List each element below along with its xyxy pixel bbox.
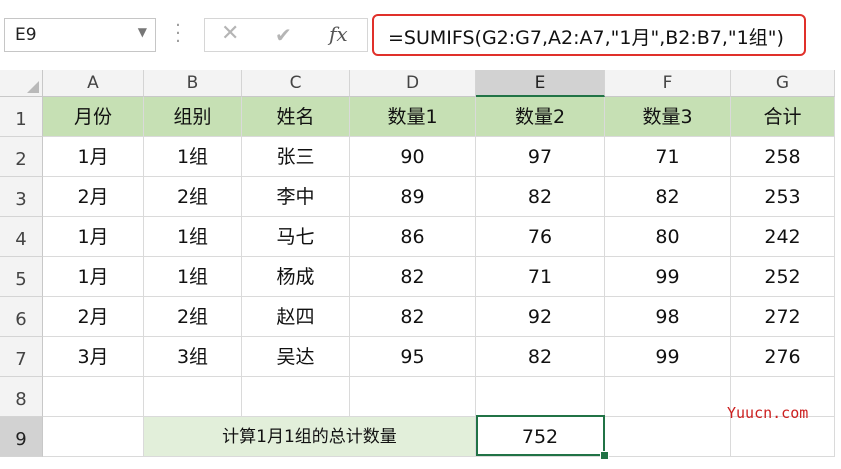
- cell-a8[interactable]: [43, 377, 144, 417]
- formula-buttons: ✕ ✔ fx: [204, 18, 368, 52]
- header-cell-b[interactable]: 组别: [144, 97, 242, 137]
- select-all-corner[interactable]: [0, 70, 43, 97]
- cell-g5[interactable]: 252: [731, 257, 835, 297]
- cell-d4[interactable]: 86: [350, 217, 476, 257]
- cell-g6[interactable]: 272: [731, 297, 835, 337]
- formula-bar-area: E9 ▼ · · · ✕ ✔ fx =SUMIFS(G2:G7,A2:A7,"1月"…: [0, 0, 841, 70]
- cancel-icon[interactable]: ✕: [221, 21, 239, 46]
- cell-e6[interactable]: 92: [476, 297, 605, 337]
- cell-b6[interactable]: 2组: [144, 297, 242, 337]
- row-header-6[interactable]: 6: [0, 297, 43, 337]
- summary-label[interactable]: 计算1月1组的总计数量: [144, 417, 476, 457]
- cell-a6[interactable]: 2月: [43, 297, 144, 337]
- cell-g4[interactable]: 242: [731, 217, 835, 257]
- cell-f5[interactable]: 99: [605, 257, 731, 297]
- name-box[interactable]: E9 ▼: [4, 18, 156, 52]
- header-cell-c[interactable]: 姓名: [242, 97, 350, 137]
- cell-e8[interactable]: [476, 377, 605, 417]
- cell-d7[interactable]: 95: [350, 337, 476, 377]
- insert-function-icon[interactable]: fx: [329, 22, 348, 46]
- cell-f7[interactable]: 99: [605, 337, 731, 377]
- name-box-value: E9: [15, 25, 37, 45]
- cell-c5[interactable]: 杨成: [242, 257, 350, 297]
- cell-b2[interactable]: 1组: [144, 137, 242, 177]
- column-header-d[interactable]: D: [350, 70, 476, 97]
- cell-a3[interactable]: 2月: [43, 177, 144, 217]
- active-cell-outline: [476, 415, 605, 456]
- cell-c8[interactable]: [242, 377, 350, 417]
- cell-d6[interactable]: 82: [350, 297, 476, 337]
- row-header-4[interactable]: 4: [0, 217, 43, 257]
- header-cell-a[interactable]: 月份: [43, 97, 144, 137]
- watermark: Yuucn.com: [727, 404, 809, 422]
- cell-f9[interactable]: [605, 417, 731, 457]
- cell-f3[interactable]: 82: [605, 177, 731, 217]
- row-header-5[interactable]: 5: [0, 257, 43, 297]
- vertical-dots-icon: · · ·: [175, 15, 181, 52]
- cell-c3[interactable]: 李中: [242, 177, 350, 217]
- column-header-a[interactable]: A: [43, 70, 144, 97]
- header-cell-e[interactable]: 数量2: [476, 97, 605, 137]
- fill-handle[interactable]: [600, 451, 609, 460]
- cell-d3[interactable]: 89: [350, 177, 476, 217]
- cell-g2[interactable]: 258: [731, 137, 835, 177]
- column-header-e[interactable]: E: [476, 70, 605, 97]
- column-header-f[interactable]: F: [605, 70, 731, 97]
- cell-d8[interactable]: [350, 377, 476, 417]
- cell-c7[interactable]: 吴达: [242, 337, 350, 377]
- spreadsheet-grid: 987654321GFEDCBA 月份 组别 姓名 数量1 数量2 数量3 合计 1月 1组 张三…: [0, 70, 841, 469]
- cell-f6[interactable]: 98: [605, 297, 731, 337]
- row-header-1[interactable]: 1: [0, 97, 43, 137]
- cell-d5[interactable]: 82: [350, 257, 476, 297]
- row-header-3[interactable]: 3: [0, 177, 43, 217]
- cell-e7[interactable]: 82: [476, 337, 605, 377]
- cell-a7[interactable]: 3月: [43, 337, 144, 377]
- cell-d2[interactable]: 90: [350, 137, 476, 177]
- cell-b7[interactable]: 3组: [144, 337, 242, 377]
- confirm-check-icon[interactable]: ✔: [275, 23, 292, 47]
- formula-input[interactable]: =SUMIFS(G2:G7,A2:A7,"1月",B2:B7,"1组"): [372, 14, 806, 56]
- column-header-b[interactable]: B: [144, 70, 242, 97]
- row-header-2[interactable]: 2: [0, 137, 43, 177]
- cell-b8[interactable]: [144, 377, 242, 417]
- row-header-9[interactable]: 9: [0, 417, 43, 457]
- header-cell-f[interactable]: 数量3: [605, 97, 731, 137]
- column-header-c[interactable]: C: [242, 70, 350, 97]
- cell-a4[interactable]: 1月: [43, 217, 144, 257]
- header-cell-g[interactable]: 合计: [731, 97, 835, 137]
- cell-e2[interactable]: 97: [476, 137, 605, 177]
- cell-f4[interactable]: 80: [605, 217, 731, 257]
- cell-a9[interactable]: [43, 417, 144, 457]
- cell-e3[interactable]: 82: [476, 177, 605, 217]
- cell-f2[interactable]: 71: [605, 137, 731, 177]
- cell-g3[interactable]: 253: [731, 177, 835, 217]
- select-all-triangle-icon: [27, 81, 39, 93]
- cell-g7[interactable]: 276: [731, 337, 835, 377]
- row-header-7[interactable]: 7: [0, 337, 43, 377]
- cell-b5[interactable]: 1组: [144, 257, 242, 297]
- formula-text: =SUMIFS(G2:G7,A2:A7,"1月",B2:B7,"1组"): [388, 27, 784, 49]
- cell-b4[interactable]: 1组: [144, 217, 242, 257]
- cell-c4[interactable]: 马七: [242, 217, 350, 257]
- row-header-8[interactable]: 8: [0, 377, 43, 417]
- column-header-g[interactable]: G: [731, 70, 835, 97]
- cell-e4[interactable]: 76: [476, 217, 605, 257]
- cell-c2[interactable]: 张三: [242, 137, 350, 177]
- header-cell-d[interactable]: 数量1: [350, 97, 476, 137]
- cell-a2[interactable]: 1月: [43, 137, 144, 177]
- cell-g9[interactable]: [731, 417, 835, 457]
- cell-c6[interactable]: 赵四: [242, 297, 350, 337]
- cell-e5[interactable]: 71: [476, 257, 605, 297]
- cell-f8[interactable]: [605, 377, 731, 417]
- cell-a5[interactable]: 1月: [43, 257, 144, 297]
- chevron-down-icon[interactable]: ▼: [138, 25, 147, 39]
- cell-b3[interactable]: 2组: [144, 177, 242, 217]
